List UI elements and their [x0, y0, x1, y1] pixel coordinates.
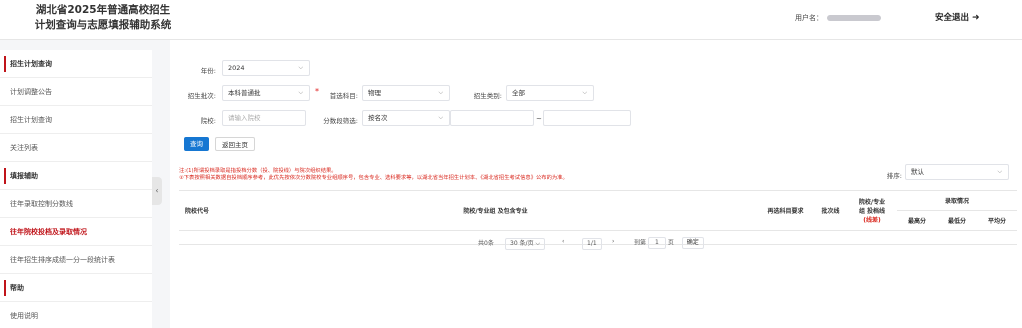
sort-select-value: 默认 — [911, 168, 924, 176]
goto-page: 到第 1 页 确定 — [634, 237, 704, 249]
col-avg-score: 平均分 — [977, 210, 1017, 231]
col-group-majors: 院校/专业组 及包含专业 — [234, 190, 757, 231]
chevron-right-icon: › — [612, 238, 615, 245]
score-filter-value: 按名次 — [368, 114, 388, 122]
year-label: 年份: — [200, 67, 216, 75]
batch-select-value: 本科普通批 — [228, 89, 261, 97]
chevron-down-icon: ⌵ — [298, 64, 303, 71]
required-mark: * — [315, 87, 319, 96]
sidebar: 招生计划查询 计划调整公告 招生计划查询 关注列表 填报辅助 往年录取控制分数线… — [0, 50, 152, 328]
batch-select[interactable]: 本科普通批 ⌵ — [222, 85, 310, 101]
score-filter-label: 分数段筛选: — [323, 117, 358, 125]
year-select-value: 2024 — [228, 64, 245, 72]
chevron-down-icon: ⌵ — [438, 114, 443, 121]
col-filing-line-a: 院校/专业 — [858, 199, 886, 206]
pagination-total: 共0条 — [478, 240, 494, 247]
per-page-value: 30 条/页 — [510, 240, 534, 247]
sort-label: 排序: — [886, 172, 902, 180]
category-select-value: 全部 — [512, 89, 525, 97]
query-button[interactable]: 查询 — [184, 137, 209, 151]
col-admission: 录取情况 — [897, 190, 1017, 211]
year-select[interactable]: 2024 ⌵ — [222, 60, 310, 76]
chevron-down-icon: ⌵ — [535, 240, 541, 247]
subject-select[interactable]: 物理 ⌵ — [362, 85, 450, 101]
main-panel: 年份: 2024 ⌵ 招生批次: 本科普通批 ⌵ * 首选科目: 物理 ⌵ 招生类别:… — [170, 40, 1022, 328]
per-page-select[interactable]: 30 条/页 ⌵ — [505, 238, 546, 250]
col-filing-line-c: (线差) — [863, 217, 881, 224]
system-title: 湖北省2025年普通高校招生 计划查询与志愿填报辅助系统 — [28, 3, 178, 33]
chevron-down-icon: ⌵ — [438, 89, 443, 96]
sidebar-item-label: 关注列表 — [10, 144, 38, 152]
col-filing-line-b: 组 投档线 — [858, 208, 886, 215]
sidebar-group-plan-query[interactable]: 招生计划查询 — [0, 50, 152, 78]
sidebar-item-label: 计划调整公告 — [10, 88, 52, 96]
sidebar-group-fill-assist[interactable]: 填报辅助 — [0, 162, 152, 190]
batch-label: 招生批次: — [187, 92, 216, 100]
range-separator: ~ — [536, 115, 542, 123]
sidebar-item-favorites[interactable]: 关注列表 — [0, 134, 152, 162]
sidebar-item-label: 填报辅助 — [10, 172, 38, 180]
sidebar-item-control-lines[interactable]: 往年录取控制分数线 — [0, 190, 152, 218]
page-indicator-value: 1/1 — [582, 238, 602, 250]
col-max-score: 最高分 — [897, 210, 937, 231]
sidebar-item-plan-query[interactable]: 招生计划查询 — [0, 106, 152, 134]
page-unit: 页 — [667, 239, 674, 247]
col-school-code: 院校代号 — [179, 190, 234, 231]
chevron-down-icon: ⌵ — [298, 89, 303, 96]
sidebar-item-label: 招生计划查询 — [10, 116, 52, 124]
top-header: 湖北省2025年普通高校招生 计划查询与志愿填报辅助系统 用户名： 安全退出 ➜ — [0, 0, 1022, 40]
sidebar-item-plan-adjust-notice[interactable]: 计划调整公告 — [0, 78, 152, 106]
goto-page-input[interactable]: 1 — [647, 237, 666, 249]
user-info: 用户名： — [795, 13, 881, 23]
school-input[interactable]: 请输入院校 — [222, 110, 306, 126]
sidebar-item-past-admission[interactable]: 往年院校投档及录取情况 — [0, 218, 152, 246]
home-button[interactable]: 返回主页 — [215, 137, 255, 151]
system-title-line1: 湖北省2025年普通高校招生 — [35, 4, 171, 16]
chevron-down-icon: ⌵ — [997, 168, 1002, 175]
subject-select-value: 物理 — [368, 89, 381, 97]
category-select[interactable]: 全部 ⌵ — [506, 85, 594, 101]
user-label: 用户名： — [795, 14, 823, 22]
col-min-score: 最低分 — [937, 210, 977, 231]
results-table: 院校代号 院校/专业组 及包含专业 再选科目要求 批次线 院校/专业 组 投档线… — [179, 190, 1017, 245]
col-batch-line: 批次线 — [814, 190, 847, 231]
logout-button[interactable]: 安全退出 ➜ — [935, 11, 980, 23]
col-subject-requirement: 再选科目要求 — [757, 190, 814, 231]
next-page-button[interactable]: › — [612, 238, 614, 245]
page-indicator: 1/1 — [582, 238, 602, 250]
goto-confirm-button[interactable]: 确定 — [681, 237, 704, 249]
logout-label: 安全退出 — [935, 13, 970, 23]
chevron-left-icon: ‹ — [155, 186, 159, 195]
sidebar-item-user-guide[interactable]: 使用说明 — [0, 302, 152, 328]
masked-username — [827, 15, 881, 21]
sort-select[interactable]: 默认 ⌵ — [905, 164, 1009, 180]
sidebar-item-label: 招生计划查询 — [10, 60, 52, 68]
sidebar-item-label: 帮助 — [10, 284, 24, 292]
school-label: 院校: — [200, 117, 216, 125]
chevron-left-icon: ‹ — [562, 238, 565, 245]
col-filing-line: 院校/专业 组 投档线 (线差) — [847, 190, 897, 231]
sidebar-group-help[interactable]: 帮助 — [0, 274, 152, 302]
sidebar-collapse-toggle[interactable]: ‹ — [152, 177, 162, 205]
chevron-down-icon: ⌵ — [582, 89, 587, 96]
sidebar-item-score-distribution[interactable]: 往年招生排序成绩一分一段统计表 — [0, 246, 152, 274]
system-title-line2: 计划查询与志愿填报辅助系统 — [34, 19, 172, 31]
category-label: 招生类别: — [473, 92, 502, 100]
prev-page-button[interactable]: ‹ — [562, 238, 564, 245]
logout-icon: ➜ — [972, 13, 980, 23]
sidebar-item-label: 使用说明 — [10, 312, 38, 320]
range-start-input[interactable] — [450, 110, 534, 126]
sidebar-item-label: 往年招生排序成绩一分一段统计表 — [10, 256, 115, 264]
sidebar-item-label: 往年录取控制分数线 — [10, 200, 73, 208]
sidebar-item-label: 往年院校投档及录取情况 — [10, 228, 87, 236]
subject-label: 首选科目: — [329, 92, 358, 100]
score-filter-select[interactable]: 按名次 ⌵ — [362, 110, 450, 126]
range-end-input[interactable] — [543, 110, 631, 126]
note-line-2: ②下表按照相关数据自投档顺序参考，此优先按依次分数院校专业组顺序号，包含专业、选… — [179, 175, 568, 181]
goto-label: 到第 — [634, 239, 647, 247]
